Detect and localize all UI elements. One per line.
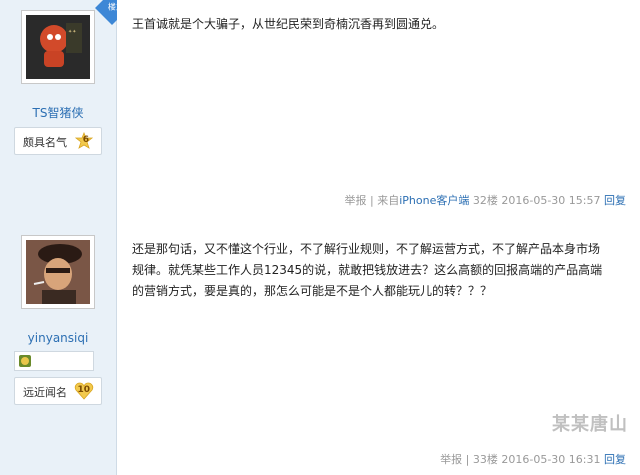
post-text: 还是那句话，又不懂这个行业，不了解行业规则，不了解运营方式，不了解产品本身市场规… [132,242,603,298]
username[interactable]: yinyansiqi [0,331,116,345]
post-content: 王首诚就是个大骗子，从世纪民荣到奇楠沉香再到圆通兑。 举报 | 来自iPhone… [117,0,640,217]
reputation-badge: 颇具名气 6 [14,127,102,155]
post-time: 2016-05-30 15:57 [501,194,601,207]
source-link[interactable]: iPhone客户端 [399,194,469,207]
report-link[interactable]: 举报 [440,453,462,466]
level-number: 10 [77,385,90,395]
report-link[interactable]: 举报 [345,194,367,207]
avatar-image [26,240,90,304]
reply-link[interactable]: 回复 [604,194,626,207]
meta-divider: | [370,194,374,207]
reputation-badge: 远近闻名 10 [14,377,102,405]
watermark: 某某唐山 [552,414,628,435]
post-floor-32: ✦✦ TS智猪侠 颇具名气 6 楼主 王首诚就是个大骗子，从世纪民荣到奇楠沉香再… [0,0,640,217]
username[interactable]: TS智猪侠 [0,104,116,121]
post-floor-33: yinyansiqi 远近闻名 10 还是那句话，又不懂这个行业，不了解行业规则… [0,217,640,475]
user-group-icons [14,351,94,371]
source-prefix: 来自 [377,194,400,207]
floor-number: 32楼 [472,194,498,207]
level-number: 6 [82,135,89,145]
author-sidebar: ✦✦ TS智猪侠 颇具名气 6 楼主 [0,0,129,217]
svg-text:✦✦: ✦✦ [68,29,76,35]
author-sidebar: yinyansiqi 远近闻名 10 [0,217,117,475]
post-text: 王首诚就是个大骗子，从世纪民荣到奇楠沉香再到圆通兑。 [132,17,445,31]
meta-divider: | [465,453,470,466]
reply-link[interactable]: 回复 [604,453,626,466]
post-content: 还是那句话，又不懂这个行业，不了解行业规则，不了解运营方式，不了解产品本身市场规… [117,217,640,475]
post-time: 2016-05-30 16:31 [501,453,601,466]
medal-icon [19,355,31,367]
post-meta: 举报 | 33楼 2016-05-30 16:31 回复 [440,451,626,467]
floor-number: 33楼 [472,453,498,466]
reputation-label: 颇具名气 [23,136,67,149]
avatar[interactable] [21,235,95,309]
post-meta: 举报 | 来自iPhone客户端 32楼 2016-05-30 15:57 回复 [345,192,626,208]
avatar-image: ✦✦ [26,15,90,79]
reputation-label: 远近闻名 [23,386,67,399]
avatar[interactable]: ✦✦ [21,10,95,84]
